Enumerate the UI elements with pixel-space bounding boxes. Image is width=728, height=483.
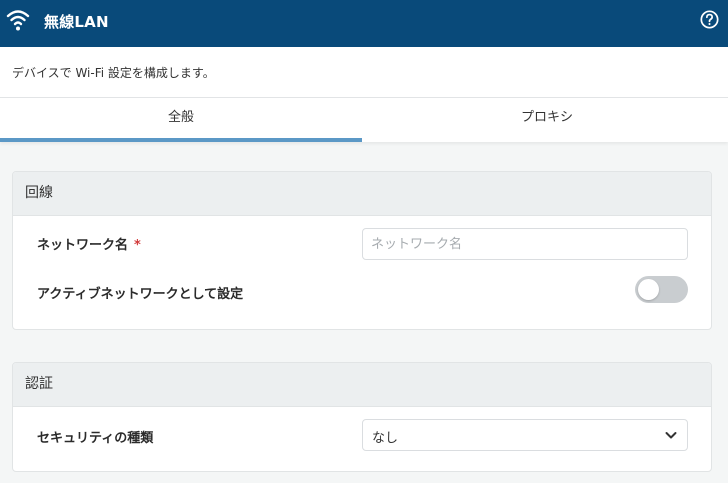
toggle-knob bbox=[638, 279, 659, 300]
chevron-down-icon bbox=[665, 432, 677, 439]
description-bar: デバイスで Wi-Fi 設定を構成します。 bbox=[0, 47, 728, 98]
auth-section: 認証 セキュリティの種類 なし bbox=[12, 362, 712, 472]
security-type-label: セキュリティの種類 bbox=[37, 431, 154, 446]
security-type-select[interactable]: なし bbox=[362, 419, 688, 451]
network-name-label-text: ネットワーク名 bbox=[37, 238, 129, 253]
auth-section-title: 認証 bbox=[13, 363, 711, 407]
active-network-toggle[interactable] bbox=[635, 276, 688, 303]
tab-general[interactable]: 全般 bbox=[0, 98, 362, 142]
line-section: 回線 ネットワーク名 * アクティブネットワークとして設定 bbox=[12, 171, 712, 330]
app-header: 無線LAN bbox=[0, 0, 728, 47]
line-section-title: 回線 bbox=[13, 172, 711, 216]
security-type-value: なし bbox=[372, 431, 399, 446]
page-title: 無線LAN bbox=[44, 13, 109, 31]
description-text: デバイスで Wi-Fi 設定を構成します。 bbox=[12, 66, 215, 80]
help-circle-icon[interactable] bbox=[700, 10, 719, 29]
required-mark: * bbox=[134, 238, 141, 253]
tab-bar: 全般 プロキシ bbox=[0, 98, 728, 142]
network-name-label: ネットワーク名 * bbox=[37, 234, 141, 253]
active-network-label: アクティブネットワークとして設定 bbox=[37, 287, 244, 302]
tab-proxy[interactable]: プロキシ bbox=[366, 98, 728, 142]
network-name-input[interactable] bbox=[362, 228, 688, 260]
wifi-icon bbox=[6, 10, 30, 31]
